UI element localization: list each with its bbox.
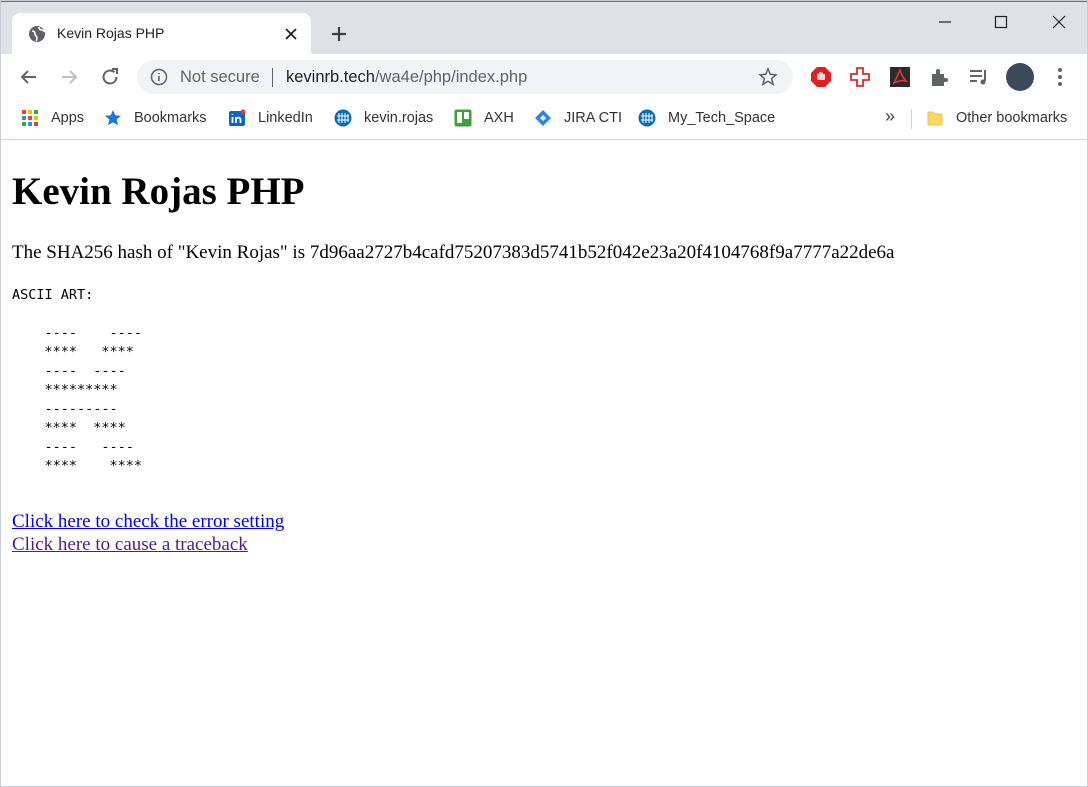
medical-cross-extension-icon[interactable] <box>848 65 872 89</box>
bookmarks-bar: Apps Bookmarks LinkedIn kevin.rojas AXH … <box>1 100 1087 140</box>
info-icon[interactable] <box>150 68 168 86</box>
extensions-puzzle-icon[interactable] <box>928 65 952 89</box>
new-tab-icon[interactable] <box>327 22 351 46</box>
bookmark-label: Apps <box>51 110 85 126</box>
bookmark-kevin-rojas[interactable]: kevin.rojas <box>334 108 433 128</box>
more-bookmarks-chevron-icon[interactable]: » <box>885 106 895 127</box>
bookmark-apps[interactable]: Apps <box>21 108 84 128</box>
page-heading: Kevin Rojas PHP <box>12 170 305 213</box>
avatar[interactable] <box>1006 63 1034 91</box>
pdf-extension-icon[interactable] <box>888 65 912 89</box>
bookmark-label: kevin.rojas <box>364 110 434 126</box>
cause-traceback-link[interactable]: Click here to cause a traceback <box>12 534 248 556</box>
upc-globe-icon <box>334 109 352 127</box>
trello-icon <box>454 109 472 127</box>
folder-icon <box>927 111 943 126</box>
jira-icon <box>535 110 551 126</box>
bookmark-my-tech-space[interactable]: My_Tech_Space <box>638 108 775 128</box>
forward-arrow-icon[interactable] <box>57 65 81 89</box>
ascii-art-label: ASCII ART: <box>12 287 94 303</box>
minimize-icon[interactable] <box>933 10 957 34</box>
bookmark-bookmarks[interactable]: Bookmarks <box>104 108 207 128</box>
linkedin-icon <box>229 109 246 126</box>
reload-icon[interactable] <box>98 65 122 89</box>
url-host: kevinrb.tech <box>286 68 375 86</box>
active-tab[interactable]: Kevin Rojas PHP <box>12 13 311 55</box>
hash-text: The SHA256 hash of "Kevin Rojas" is 7d96… <box>12 242 895 263</box>
media-queue-icon[interactable] <box>967 65 991 89</box>
tab-title: Kevin Rojas PHP <box>57 25 165 41</box>
browser-toolbar: Not secure kevinrb.tech/wa4e/php/index.p… <box>1 54 1087 100</box>
bookmarks-divider <box>911 109 912 129</box>
page-content: Kevin Rojas PHP The SHA256 hash of "Kevi… <box>1 141 1087 786</box>
bookmark-axh[interactable]: AXH <box>454 108 514 128</box>
bookmark-label: JIRA CTI <box>564 110 623 126</box>
address-bar[interactable]: Not secure kevinrb.tech/wa4e/php/index.p… <box>137 60 793 94</box>
check-error-setting-link[interactable]: Click here to check the error setting <box>12 511 284 533</box>
apps-grid-icon <box>22 110 38 126</box>
bookmark-label: AXH <box>484 110 514 126</box>
tab-strip: Kevin Rojas PHP <box>1 1 1087 55</box>
upc-globe-icon <box>638 109 656 127</box>
bookmark-linkedin[interactable]: LinkedIn <box>228 108 313 128</box>
maximize-icon[interactable] <box>989 10 1013 34</box>
stop-sign-extension-icon[interactable] <box>809 65 833 89</box>
security-label[interactable]: Not secure <box>180 68 260 87</box>
bookmark-label: Other bookmarks <box>956 110 1068 126</box>
url-text[interactable]: kevinrb.tech/wa4e/php/index.php <box>286 68 527 87</box>
url-path: /wa4e/php/index.php <box>374 68 528 86</box>
back-arrow-icon[interactable] <box>17 65 41 89</box>
close-tab-icon[interactable] <box>282 25 300 43</box>
kebab-menu-icon[interactable] <box>1048 65 1072 89</box>
star-icon <box>105 110 121 126</box>
bookmark-label: Bookmarks <box>134 110 207 126</box>
bookmark-other-bookmarks[interactable]: Other bookmarks <box>926 108 1067 128</box>
bookmark-star-icon[interactable] <box>758 67 778 87</box>
omnibox-separator <box>272 68 273 87</box>
close-window-icon[interactable] <box>1047 10 1071 34</box>
globe-icon <box>29 26 45 42</box>
browser-window: Kevin Rojas PHP Not secure kevinrb.tech/… <box>0 0 1088 787</box>
bookmark-jira-cti[interactable]: JIRA CTI <box>534 108 622 128</box>
bookmark-label: My_Tech_Space <box>668 110 776 126</box>
ascii-art: ---- ---- **** **** ---- ---- ********* … <box>44 325 143 474</box>
bookmark-label: LinkedIn <box>258 110 313 126</box>
